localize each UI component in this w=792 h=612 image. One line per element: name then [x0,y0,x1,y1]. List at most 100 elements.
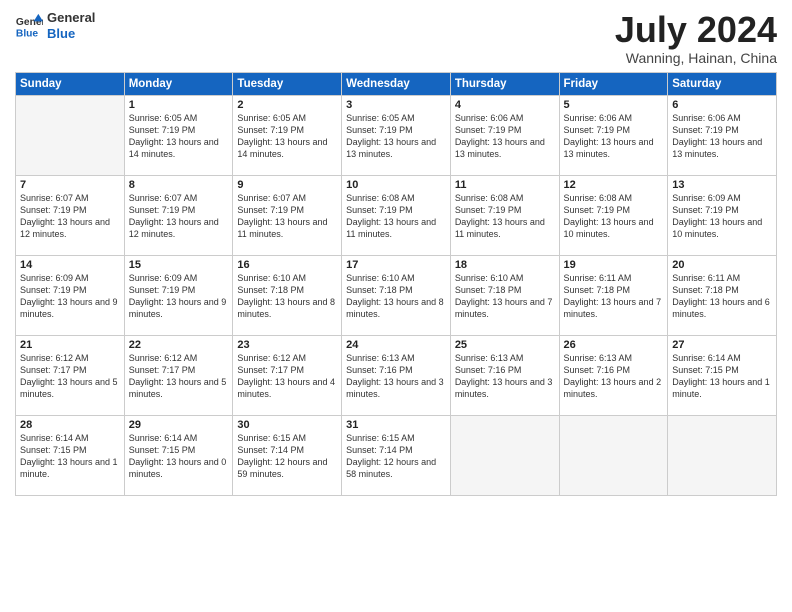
day-cell: 27 Sunrise: 6:14 AMSunset: 7:15 PMDaylig… [668,335,777,415]
day-number: 27 [672,339,772,351]
day-cell: 3 Sunrise: 6:05 AMSunset: 7:19 PMDayligh… [342,95,451,175]
day-number: 1 [129,99,229,111]
day-cell: 28 Sunrise: 6:14 AMSunset: 7:15 PMDaylig… [16,415,125,495]
day-info: Sunrise: 6:13 AMSunset: 7:16 PMDaylight:… [346,353,444,399]
day-number: 15 [129,259,229,271]
day-info: Sunrise: 6:08 AMSunset: 7:19 PMDaylight:… [346,193,436,239]
day-cell: 22 Sunrise: 6:12 AMSunset: 7:17 PMDaylig… [124,335,233,415]
col-header-saturday: Saturday [668,72,777,95]
col-header-sunday: Sunday [16,72,125,95]
day-info: Sunrise: 6:09 AMSunset: 7:19 PMDaylight:… [672,193,762,239]
day-cell: 20 Sunrise: 6:11 AMSunset: 7:18 PMDaylig… [668,255,777,335]
day-cell: 2 Sunrise: 6:05 AMSunset: 7:19 PMDayligh… [233,95,342,175]
day-cell [16,95,125,175]
day-number: 14 [20,259,120,271]
calendar-table: SundayMondayTuesdayWednesdayThursdayFrid… [15,72,777,496]
day-number: 9 [237,179,337,191]
day-number: 5 [564,99,664,111]
day-cell: 12 Sunrise: 6:08 AMSunset: 7:19 PMDaylig… [559,175,668,255]
day-cell: 15 Sunrise: 6:09 AMSunset: 7:19 PMDaylig… [124,255,233,335]
day-info: Sunrise: 6:10 AMSunset: 7:18 PMDaylight:… [237,273,335,319]
day-cell: 29 Sunrise: 6:14 AMSunset: 7:15 PMDaylig… [124,415,233,495]
day-info: Sunrise: 6:06 AMSunset: 7:19 PMDaylight:… [564,113,654,159]
day-number: 23 [237,339,337,351]
day-number: 11 [455,179,555,191]
day-number: 10 [346,179,446,191]
day-number: 16 [237,259,337,271]
day-info: Sunrise: 6:09 AMSunset: 7:19 PMDaylight:… [20,273,118,319]
day-cell: 10 Sunrise: 6:08 AMSunset: 7:19 PMDaylig… [342,175,451,255]
day-cell: 30 Sunrise: 6:15 AMSunset: 7:14 PMDaylig… [233,415,342,495]
logo: General Blue General Blue [15,10,95,41]
month-title: July 2024 [615,10,777,50]
day-cell: 18 Sunrise: 6:10 AMSunset: 7:18 PMDaylig… [450,255,559,335]
title-block: July 2024 Wanning, Hainan, China [615,10,777,66]
col-header-thursday: Thursday [450,72,559,95]
day-number: 3 [346,99,446,111]
day-info: Sunrise: 6:12 AMSunset: 7:17 PMDaylight:… [20,353,118,399]
day-info: Sunrise: 6:10 AMSunset: 7:18 PMDaylight:… [346,273,444,319]
logo-blue-text: Blue [47,26,95,42]
week-row-5: 28 Sunrise: 6:14 AMSunset: 7:15 PMDaylig… [16,415,777,495]
week-row-4: 21 Sunrise: 6:12 AMSunset: 7:17 PMDaylig… [16,335,777,415]
day-cell: 17 Sunrise: 6:10 AMSunset: 7:18 PMDaylig… [342,255,451,335]
day-number: 24 [346,339,446,351]
day-number: 26 [564,339,664,351]
day-info: Sunrise: 6:06 AMSunset: 7:19 PMDaylight:… [455,113,545,159]
col-header-friday: Friday [559,72,668,95]
day-info: Sunrise: 6:11 AMSunset: 7:18 PMDaylight:… [672,273,770,319]
logo-general-text: General [47,10,95,26]
header-row: SundayMondayTuesdayWednesdayThursdayFrid… [16,72,777,95]
day-info: Sunrise: 6:15 AMSunset: 7:14 PMDaylight:… [346,433,436,479]
day-number: 12 [564,179,664,191]
day-info: Sunrise: 6:14 AMSunset: 7:15 PMDaylight:… [672,353,770,399]
day-cell: 23 Sunrise: 6:12 AMSunset: 7:17 PMDaylig… [233,335,342,415]
day-info: Sunrise: 6:06 AMSunset: 7:19 PMDaylight:… [672,113,762,159]
day-number: 4 [455,99,555,111]
day-info: Sunrise: 6:14 AMSunset: 7:15 PMDaylight:… [20,433,118,479]
day-cell: 16 Sunrise: 6:10 AMSunset: 7:18 PMDaylig… [233,255,342,335]
day-number: 22 [129,339,229,351]
day-cell: 13 Sunrise: 6:09 AMSunset: 7:19 PMDaylig… [668,175,777,255]
day-info: Sunrise: 6:07 AMSunset: 7:19 PMDaylight:… [20,193,110,239]
day-number: 30 [237,419,337,431]
day-cell: 7 Sunrise: 6:07 AMSunset: 7:19 PMDayligh… [16,175,125,255]
day-cell: 5 Sunrise: 6:06 AMSunset: 7:19 PMDayligh… [559,95,668,175]
day-info: Sunrise: 6:05 AMSunset: 7:19 PMDaylight:… [129,113,219,159]
day-cell: 6 Sunrise: 6:06 AMSunset: 7:19 PMDayligh… [668,95,777,175]
day-number: 20 [672,259,772,271]
col-header-monday: Monday [124,72,233,95]
day-cell: 26 Sunrise: 6:13 AMSunset: 7:16 PMDaylig… [559,335,668,415]
day-number: 13 [672,179,772,191]
day-info: Sunrise: 6:14 AMSunset: 7:15 PMDaylight:… [129,433,227,479]
day-number: 21 [20,339,120,351]
day-info: Sunrise: 6:05 AMSunset: 7:19 PMDaylight:… [346,113,436,159]
day-info: Sunrise: 6:13 AMSunset: 7:16 PMDaylight:… [564,353,662,399]
day-cell: 14 Sunrise: 6:09 AMSunset: 7:19 PMDaylig… [16,255,125,335]
day-cell: 25 Sunrise: 6:13 AMSunset: 7:16 PMDaylig… [450,335,559,415]
week-row-3: 14 Sunrise: 6:09 AMSunset: 7:19 PMDaylig… [16,255,777,335]
day-cell [559,415,668,495]
day-info: Sunrise: 6:08 AMSunset: 7:19 PMDaylight:… [455,193,545,239]
logo-icon: General Blue [15,12,43,40]
day-number: 18 [455,259,555,271]
day-number: 28 [20,419,120,431]
day-info: Sunrise: 6:11 AMSunset: 7:18 PMDaylight:… [564,273,662,319]
day-info: Sunrise: 6:07 AMSunset: 7:19 PMDaylight:… [237,193,327,239]
day-cell [450,415,559,495]
day-number: 29 [129,419,229,431]
day-cell: 21 Sunrise: 6:12 AMSunset: 7:17 PMDaylig… [16,335,125,415]
day-number: 31 [346,419,446,431]
day-cell: 1 Sunrise: 6:05 AMSunset: 7:19 PMDayligh… [124,95,233,175]
calendar-page: General Blue General Blue July 2024 Wann… [0,0,792,612]
day-number: 6 [672,99,772,111]
day-info: Sunrise: 6:13 AMSunset: 7:16 PMDaylight:… [455,353,553,399]
day-cell: 8 Sunrise: 6:07 AMSunset: 7:19 PMDayligh… [124,175,233,255]
day-cell: 11 Sunrise: 6:08 AMSunset: 7:19 PMDaylig… [450,175,559,255]
day-cell: 9 Sunrise: 6:07 AMSunset: 7:19 PMDayligh… [233,175,342,255]
week-row-2: 7 Sunrise: 6:07 AMSunset: 7:19 PMDayligh… [16,175,777,255]
svg-text:Blue: Blue [16,28,39,39]
day-cell: 4 Sunrise: 6:06 AMSunset: 7:19 PMDayligh… [450,95,559,175]
header: General Blue General Blue July 2024 Wann… [15,10,777,66]
day-info: Sunrise: 6:09 AMSunset: 7:19 PMDaylight:… [129,273,227,319]
